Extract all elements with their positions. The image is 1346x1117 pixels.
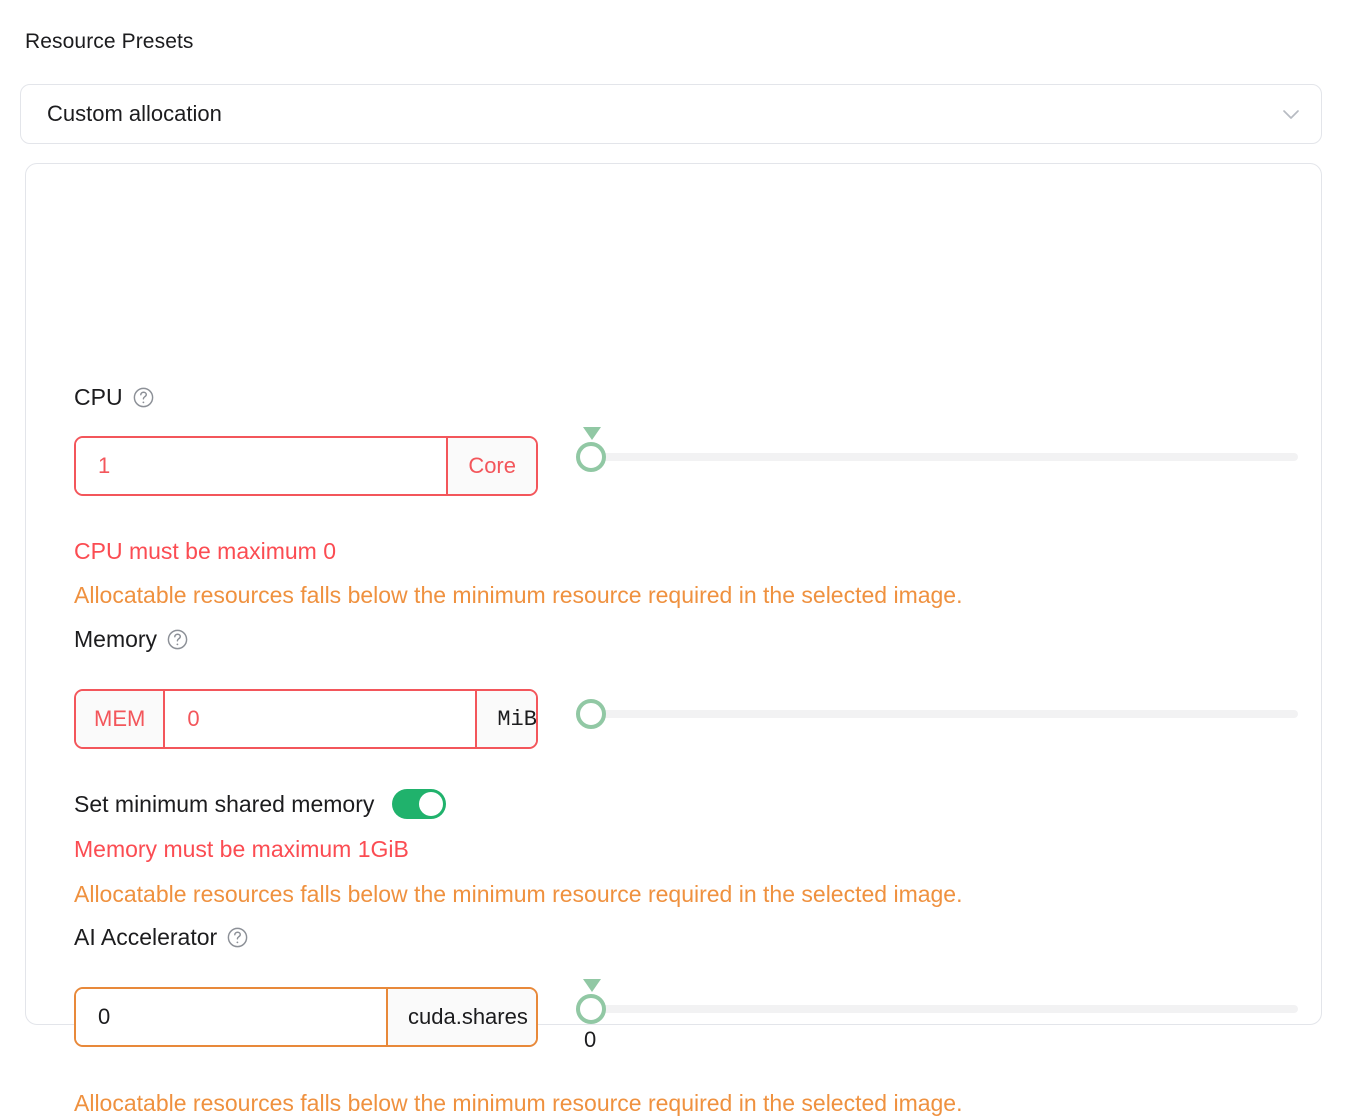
cpu-input-group[interactable]: Core — [74, 436, 538, 496]
accelerator-slider-value: 0 — [584, 1027, 597, 1052]
resource-presets-label: Resource Presets — [25, 30, 194, 53]
memory-slider-handle[interactable] — [576, 699, 606, 729]
accelerator-unit-label: cuda.shares — [386, 989, 536, 1045]
memory-unit-select[interactable]: MiB — [475, 691, 537, 747]
help-circle-icon[interactable] — [132, 386, 155, 409]
cpu-slider-handle[interactable] — [576, 442, 606, 472]
memory-warning-message: Allocatable resources falls below the mi… — [74, 881, 963, 907]
cpu-warning-message: Allocatable resources falls below the mi… — [74, 582, 963, 608]
cpu-slider[interactable] — [576, 427, 1306, 487]
memory-label: Memory — [74, 626, 158, 652]
accelerator-slider[interactable]: 0 — [576, 979, 1306, 1052]
accelerator-input-group[interactable]: cuda.shares — [74, 987, 538, 1047]
cpu-slider-marker-icon — [583, 427, 601, 440]
resource-preset-selected-value: Custom allocation — [47, 101, 222, 126]
memory-slider-track[interactable] — [598, 710, 1298, 718]
accelerator-slider-handle[interactable] — [576, 994, 606, 1024]
help-circle-icon[interactable] — [226, 926, 249, 949]
resource-preset-select[interactable]: Custom allocation — [20, 84, 1322, 144]
shared-memory-toggle-row[interactable]: Set minimum shared memory — [74, 789, 447, 819]
shared-memory-label: Set minimum shared memory — [74, 790, 375, 817]
accelerator-label-row: AI Accelerator — [74, 924, 249, 951]
custom-allocation-card: CPU Core CPU must be maximum 0 Allocatab… — [25, 163, 1322, 1116]
memory-label-row: Memory — [74, 626, 189, 653]
cpu-label: CPU — [74, 384, 123, 410]
accelerator-slider-track[interactable] — [598, 1005, 1298, 1013]
chevron-down-icon — [1279, 102, 1303, 126]
shared-memory-toggle[interactable] — [392, 789, 447, 819]
cpu-error-message: CPU must be maximum 0 — [74, 538, 337, 564]
cpu-slider-track[interactable] — [598, 453, 1298, 461]
memory-unit-label: MiB — [497, 706, 537, 732]
accelerator-label: AI Accelerator — [74, 924, 218, 950]
resource-allocation-panel: Resource Presets Custom allocation CPU C… — [0, 0, 1346, 1116]
cpu-unit-label: Core — [446, 438, 536, 494]
memory-prefix-label: MEM — [76, 691, 166, 747]
shared-memory-toggle-knob — [419, 792, 444, 816]
memory-slider[interactable] — [576, 684, 1306, 744]
help-circle-icon[interactable] — [166, 628, 189, 651]
accelerator-input[interactable] — [76, 989, 386, 1045]
cpu-input[interactable] — [76, 438, 447, 494]
accelerator-slider-marker-icon — [583, 979, 601, 992]
accelerator-warning-message: Allocatable resources falls below the mi… — [74, 1090, 963, 1116]
cpu-label-row: CPU — [74, 384, 155, 411]
memory-input[interactable] — [165, 691, 476, 747]
memory-input-group[interactable]: MEM MiB — [74, 689, 538, 749]
memory-error-message: Memory must be maximum 1GiB — [74, 836, 409, 862]
